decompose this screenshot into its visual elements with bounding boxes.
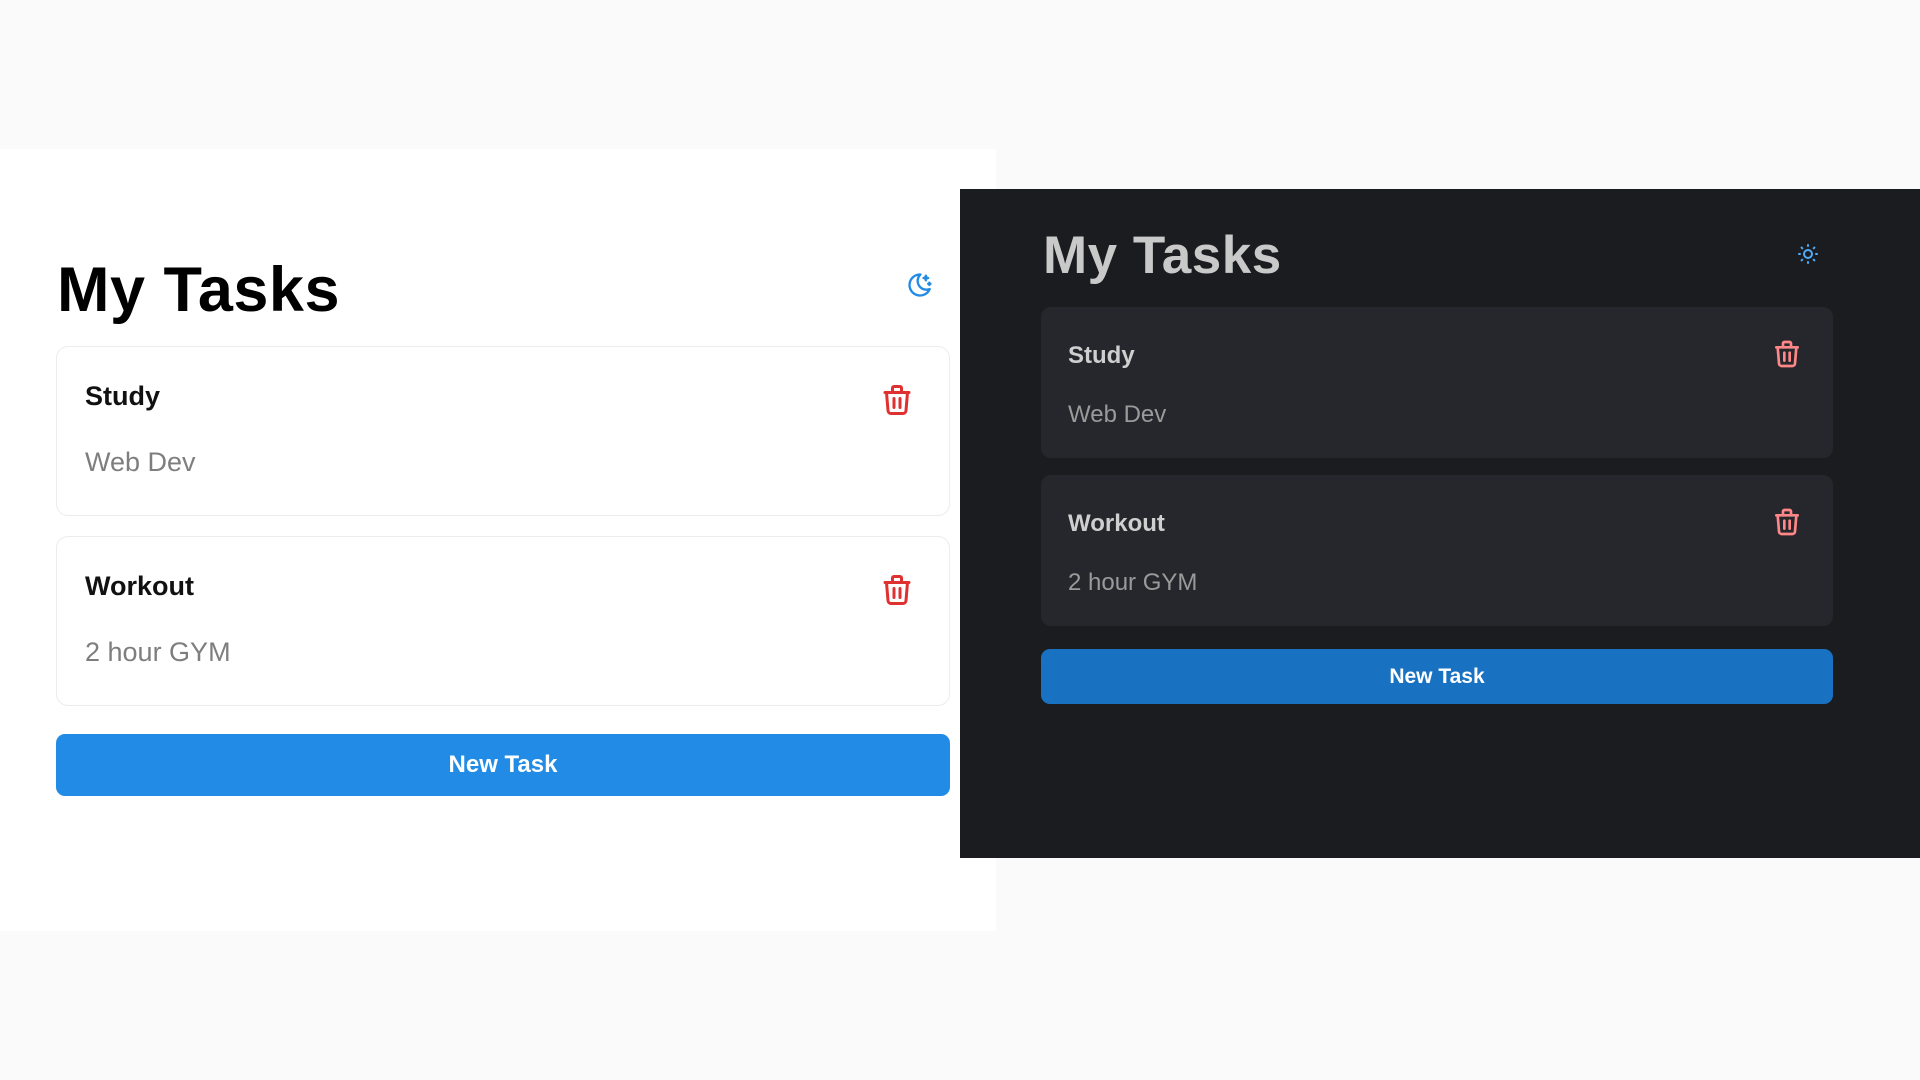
theme-toggle-button[interactable] (1794, 240, 1822, 268)
task-description: Web Dev (85, 447, 196, 477)
trash-icon (883, 385, 911, 415)
task-card: Study Web Dev (1041, 307, 1833, 458)
delete-task-button[interactable] (1771, 505, 1803, 539)
page-title: My Tasks (1043, 226, 1282, 285)
new-task-button[interactable]: New Task (1041, 649, 1833, 704)
delete-task-button[interactable] (879, 381, 915, 419)
new-task-button[interactable]: New Task (56, 734, 950, 796)
task-title: Workout (1068, 510, 1165, 537)
delete-task-button[interactable] (1771, 337, 1803, 371)
page-title: My Tasks (57, 255, 340, 325)
task-description: 2 hour GYM (1068, 569, 1198, 596)
task-description: 2 hour GYM (85, 637, 231, 667)
dark-theme-panel: My Tasks Study Web Dev Workout 2 hour GY… (960, 189, 1920, 858)
sun-icon (1798, 244, 1818, 264)
task-description: Web Dev (1068, 401, 1167, 428)
task-title: Workout (85, 571, 194, 601)
task-card: Workout 2 hour GYM (56, 536, 950, 706)
trash-icon (1775, 508, 1799, 536)
task-title: Study (85, 381, 161, 411)
task-title: Study (1068, 342, 1135, 369)
delete-task-button[interactable] (879, 571, 915, 609)
light-theme-panel: My Tasks Study Web Dev Workout 2 hour GY… (0, 149, 996, 931)
trash-icon (1775, 340, 1799, 368)
moon-icon (908, 273, 932, 297)
task-card: Study Web Dev (56, 346, 950, 516)
theme-toggle-button[interactable] (904, 269, 936, 301)
trash-icon (883, 575, 911, 605)
task-card: Workout 2 hour GYM (1041, 475, 1833, 626)
